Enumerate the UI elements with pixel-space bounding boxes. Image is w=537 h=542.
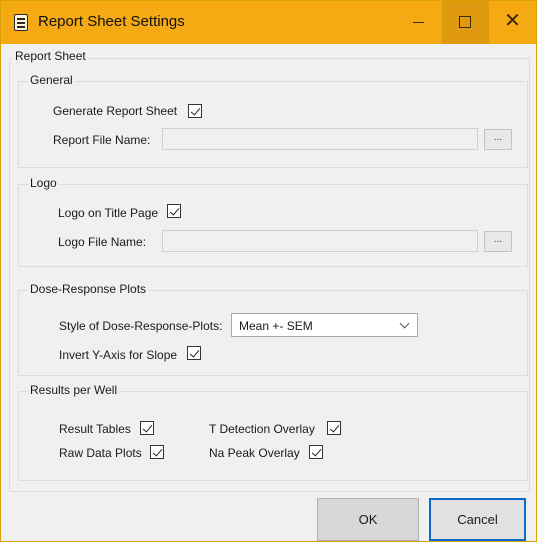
logo-on-title-page-checkbox[interactable] (167, 204, 181, 218)
logo-file-browse-button[interactable]: ... (484, 231, 512, 252)
invert-y-axis-label: Invert Y-Axis for Slope (59, 348, 178, 362)
results-per-well-group: Results per Well Result Tables T Detecti… (18, 383, 528, 481)
results-per-well-legend: Results per Well (28, 383, 120, 397)
minimize-icon (413, 22, 424, 23)
ok-button[interactable]: OK (317, 498, 419, 541)
dose-response-style-label: Style of Dose-Response-Plots: (59, 319, 223, 333)
na-peak-overlay-checkbox[interactable] (309, 445, 323, 459)
general-legend: General (28, 73, 75, 87)
result-tables-checkbox[interactable] (140, 421, 154, 435)
report-document-icon (14, 14, 28, 31)
window-title: Report Sheet Settings (38, 13, 185, 30)
logo-legend: Logo (28, 176, 59, 190)
chevron-down-icon (399, 318, 410, 329)
close-button[interactable]: ✕ (489, 1, 536, 44)
dose-response-style-select[interactable]: Mean +- SEM (231, 313, 418, 337)
dose-response-group: Dose-Response Plots Style of Dose-Respon… (18, 282, 528, 376)
minimize-button[interactable] (395, 1, 442, 44)
maximize-icon (459, 16, 471, 28)
report-file-browse-button[interactable]: ... (484, 129, 512, 150)
raw-data-plots-checkbox[interactable] (150, 445, 164, 459)
report-sheet-legend: Report Sheet (13, 49, 88, 63)
logo-file-name-field[interactable] (162, 230, 478, 252)
na-peak-overlay-label: Na Peak Overlay (209, 446, 300, 460)
close-icon: ✕ (504, 10, 521, 32)
report-file-name-field[interactable] (162, 128, 478, 150)
generate-report-sheet-checkbox[interactable] (188, 104, 202, 118)
general-group: General Generate Report Sheet Report Fil… (18, 73, 528, 168)
maximize-button[interactable] (442, 1, 489, 44)
logo-group: Logo Logo on Title Page Logo File Name: … (18, 176, 528, 267)
t-detection-overlay-checkbox[interactable] (327, 421, 341, 435)
cancel-button[interactable]: Cancel (429, 498, 526, 541)
report-file-name-label: Report File Name: (53, 133, 151, 147)
generate-report-sheet-label: Generate Report Sheet (53, 104, 178, 118)
invert-y-axis-checkbox[interactable] (187, 346, 201, 360)
t-detection-overlay-label: T Detection Overlay (209, 422, 315, 436)
dose-response-legend: Dose-Response Plots (28, 282, 149, 296)
result-tables-label: Result Tables (59, 422, 131, 436)
report-sheet-settings-window: Report Sheet Settings ✕ Report Sheet Gen… (0, 0, 537, 542)
title-bar[interactable]: Report Sheet Settings ✕ (1, 1, 536, 44)
raw-data-plots-label: Raw Data Plots (59, 446, 142, 460)
logo-file-name-label: Logo File Name: (58, 235, 147, 249)
dose-response-style-value: Mean +- SEM (239, 319, 313, 333)
logo-on-title-page-label: Logo on Title Page (58, 206, 159, 220)
footer-divider (9, 491, 530, 492)
